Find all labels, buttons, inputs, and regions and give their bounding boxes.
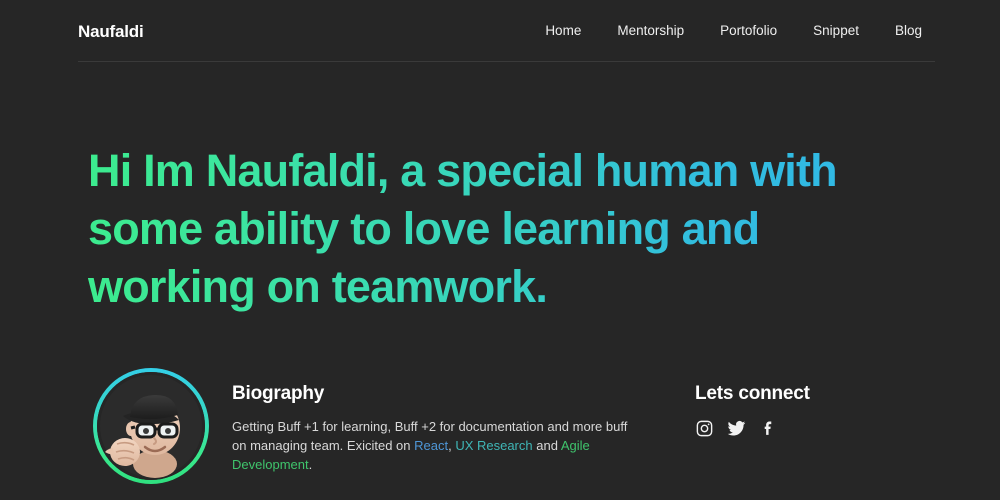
twitter-icon[interactable] — [727, 419, 746, 438]
avatar-frame — [97, 372, 205, 480]
nav-item-mentorship[interactable]: Mentorship — [617, 24, 684, 38]
biography-text: Getting Buff +1 for learning, Buff +2 fo… — [232, 417, 632, 474]
social-links — [695, 419, 935, 438]
main-navigation: Home Mentorship Portofolio Snippet Blog — [545, 24, 922, 38]
nav-item-snippet[interactable]: Snippet — [813, 24, 859, 38]
profile-section: Biography Getting Buff +1 for learning, … — [0, 366, 1000, 500]
instagram-icon[interactable] — [695, 419, 714, 438]
nav-item-blog[interactable]: Blog — [895, 24, 922, 38]
nav-item-portofolio[interactable]: Portofolio — [720, 24, 777, 38]
page-root: Naufaldi Home Mentorship Portofolio Snip… — [0, 0, 1000, 500]
biography-text-part-3: and — [532, 438, 561, 453]
biography-text-part-4: . — [308, 457, 313, 472]
biography-block: Biography Getting Buff +1 for learning, … — [232, 384, 642, 474]
header-divider — [78, 61, 935, 62]
facebook-icon[interactable] — [759, 419, 778, 438]
connect-block: Lets connect — [695, 384, 935, 438]
link-react[interactable]: React — [414, 438, 448, 453]
connect-title: Lets connect — [695, 383, 810, 404]
link-ux-research[interactable]: UX Research — [455, 438, 532, 453]
hero-section: Hi Im Naufaldi, a special human with som… — [88, 142, 948, 316]
biography-title: Biography — [232, 383, 325, 404]
site-header: Naufaldi Home Mentorship Portofolio Snip… — [0, 0, 1000, 62]
nav-item-home[interactable]: Home — [545, 24, 581, 38]
avatar — [93, 368, 209, 484]
memoji-illustration — [105, 394, 180, 478]
brand-logo[interactable]: Naufaldi — [78, 23, 144, 40]
page-title: Hi Im Naufaldi, a special human with som… — [88, 142, 928, 316]
